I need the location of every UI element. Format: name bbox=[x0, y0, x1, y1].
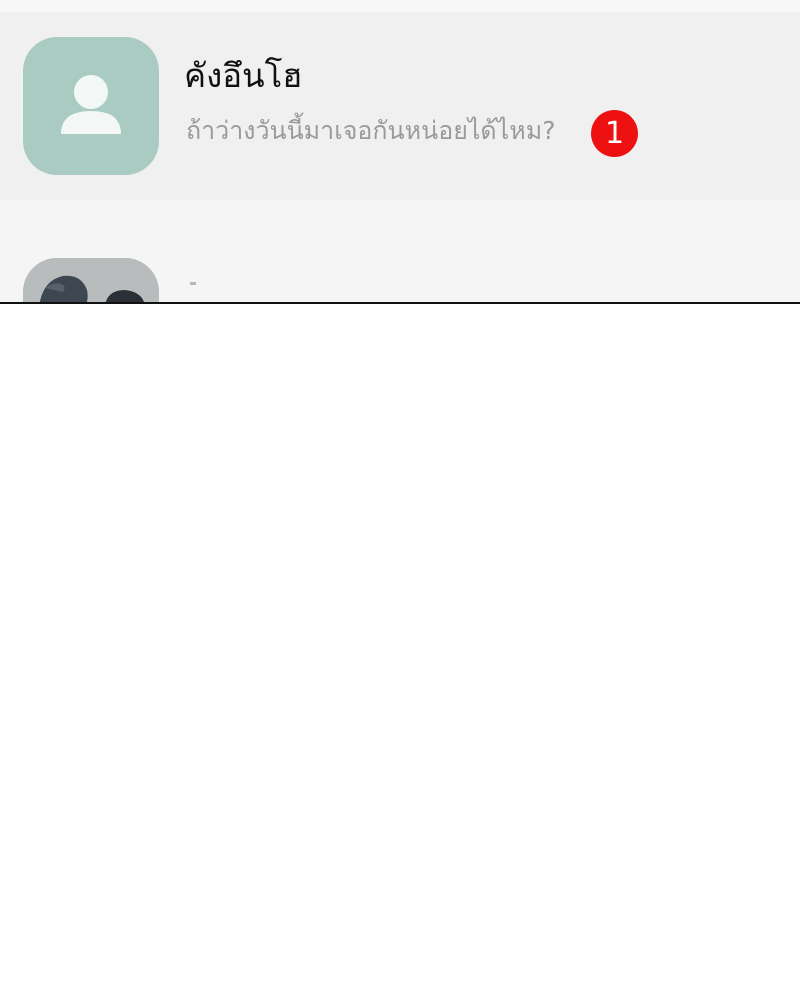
chat-list-panel: คังอึนโฮ ถ้าว่างวันนี้มาเจอกันหน่อยได้ไห… bbox=[0, 0, 800, 302]
chat-list-item[interactable] bbox=[0, 200, 800, 302]
contact-name-fragment bbox=[190, 282, 196, 285]
avatar[interactable] bbox=[23, 37, 159, 175]
chat-list-item[interactable]: คังอึนโฮ ถ้าว่างวันนี้มาเจอกันหน่อยได้ไห… bbox=[0, 12, 800, 200]
top-strip bbox=[0, 0, 800, 12]
contact-name: คังอึนโฮ bbox=[184, 56, 303, 95]
unread-badge: 1 bbox=[591, 110, 638, 157]
photo-avatar-image bbox=[23, 258, 159, 302]
blank-area bbox=[0, 304, 800, 1000]
message-preview: ถ้าว่างวันนี้มาเจอกันหน่อยได้ไหม? bbox=[186, 116, 556, 145]
default-person-icon bbox=[61, 75, 121, 134]
avatar[interactable] bbox=[23, 258, 159, 302]
